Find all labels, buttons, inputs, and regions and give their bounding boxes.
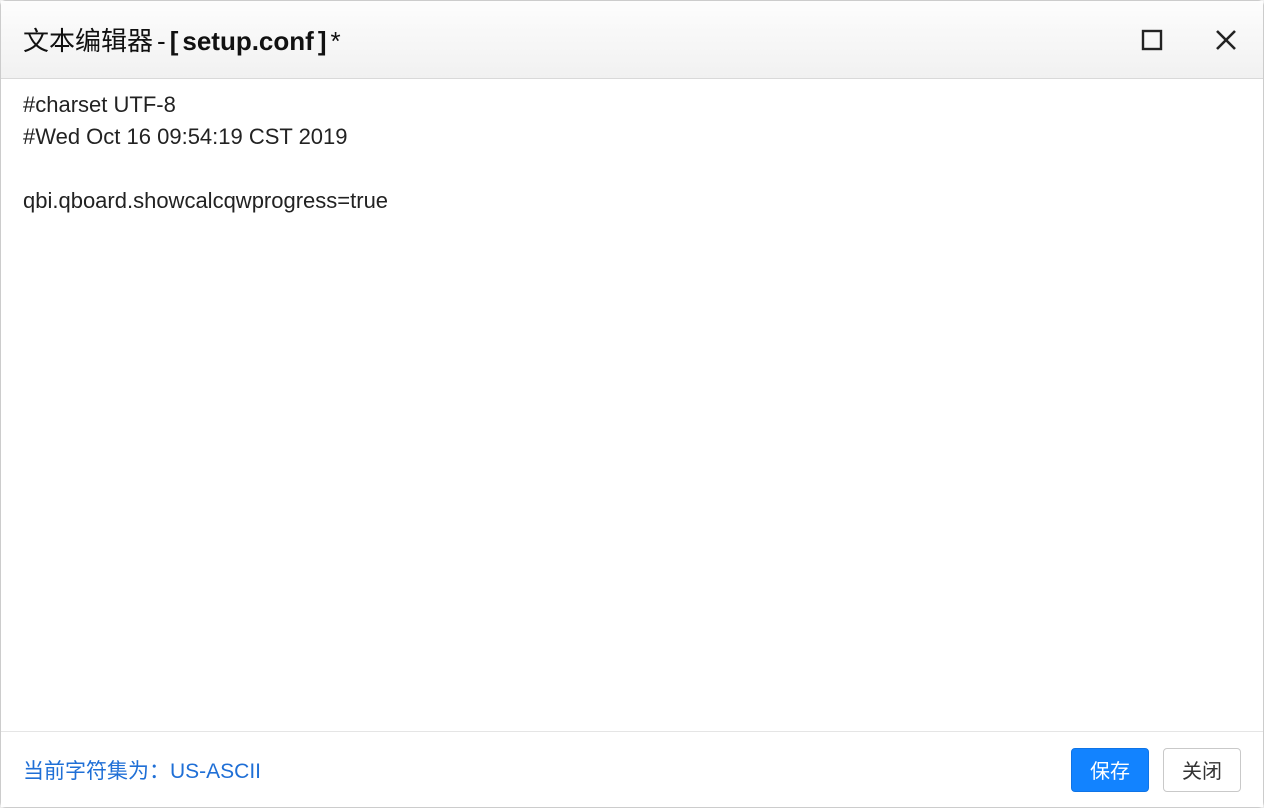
text-editor-content[interactable]: #charset UTF-8 #Wed Oct 16 09:54:19 CST … (1, 79, 1263, 731)
window-title: 文本编辑器 - [ setup.conf ] * (23, 21, 341, 58)
close-button-label: 关闭 (1182, 755, 1222, 784)
dirty-indicator: * (330, 26, 340, 57)
close-icon (1214, 28, 1238, 52)
charset-info: 当前字符集为： US-ASCII (23, 755, 1057, 785)
app-name: 文本编辑器 (23, 21, 153, 58)
window-controls (1135, 1, 1243, 78)
save-button-label: 保存 (1090, 755, 1130, 784)
charset-label: 当前字符集为： (23, 755, 170, 785)
maximize-button[interactable] (1135, 23, 1169, 57)
charset-value: US-ASCII (170, 760, 261, 784)
title-separator: - (157, 26, 166, 57)
footer-bar: 当前字符集为： US-ASCII 保存 关闭 (1, 731, 1263, 807)
close-window-button[interactable] (1209, 23, 1243, 57)
title-bar: 文本编辑器 - [ setup.conf ] * (1, 1, 1263, 79)
close-button[interactable]: 关闭 (1163, 748, 1241, 792)
file-name: setup.conf (182, 26, 313, 57)
save-button[interactable]: 保存 (1071, 748, 1149, 792)
file-bracket-close: ] (318, 26, 327, 57)
maximize-icon (1141, 29, 1163, 51)
file-bracket-open: [ (170, 26, 179, 57)
